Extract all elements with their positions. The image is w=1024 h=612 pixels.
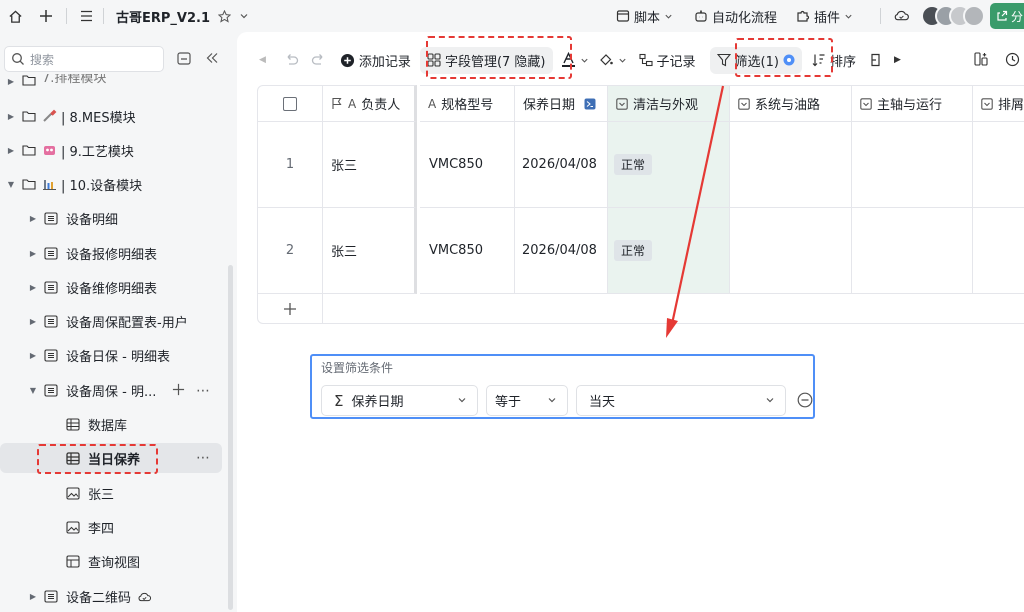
annotation-arrow — [666, 85, 725, 338]
